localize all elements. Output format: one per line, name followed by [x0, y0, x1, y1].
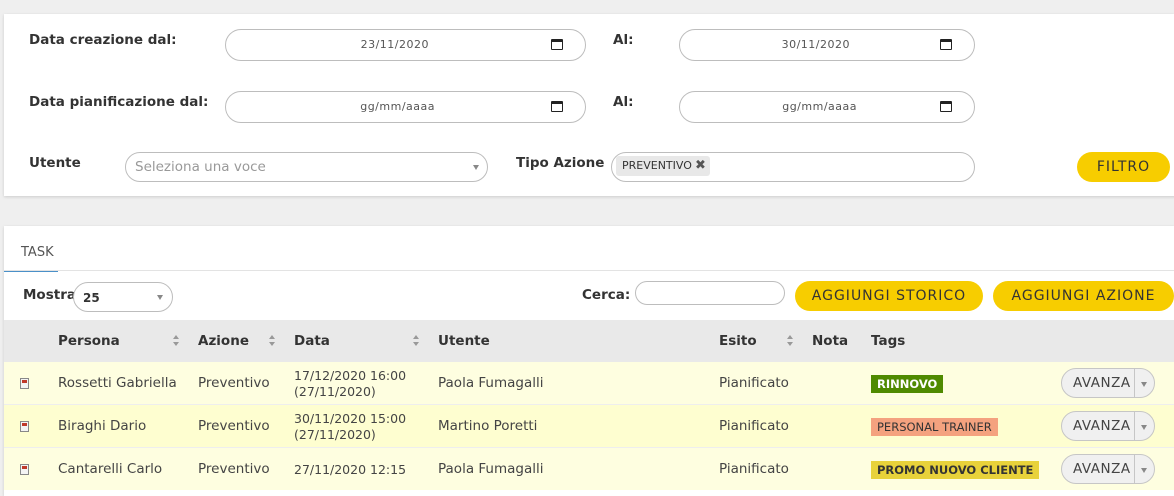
row-persona[interactable]: Biraghi Dario — [58, 418, 146, 434]
row-date-scheduled: 30/11/2020 15:00 — [294, 411, 407, 426]
page-size-value: 25 — [83, 291, 100, 305]
row-esito: Pianificato — [719, 418, 789, 434]
planning-from-label: Data pianificazione dal: — [29, 94, 209, 110]
calendar-icon[interactable] — [940, 101, 952, 112]
sort-icon[interactable] — [787, 335, 793, 346]
sort-icon[interactable] — [173, 335, 179, 346]
document-icon[interactable] — [20, 464, 29, 475]
dropdown-caret-icon[interactable] — [1141, 468, 1147, 473]
planning-to-value: gg/mm/aaaa — [782, 100, 857, 113]
dropdown-caret-icon[interactable] — [1141, 382, 1147, 387]
creation-from-date-input[interactable]: 23/11/2020 — [225, 29, 586, 61]
table-header: Persona Azione Data Utente Esito Nota Ta… — [4, 320, 1174, 362]
filter-panel: Data creazione dal: 23/11/2020 Al: 30/11… — [4, 14, 1174, 196]
add-action-button[interactable]: AGGIUNGI AZIONE — [993, 281, 1174, 311]
row-persona[interactable]: Rossetti Gabriella — [58, 375, 177, 391]
advance-split-button[interactable]: AVANZA — [1061, 454, 1155, 484]
row-azione: Preventivo — [198, 418, 270, 434]
tab-divider — [4, 270, 1174, 271]
calendar-icon[interactable] — [940, 39, 952, 50]
user-select[interactable]: Seleziona una voce — [125, 152, 488, 182]
action-type-chip-label: PREVENTIVO — [622, 159, 692, 172]
advance-split-button[interactable]: AVANZA — [1061, 411, 1155, 441]
page-size-select[interactable]: 25 — [73, 282, 173, 312]
creation-to-value: 30/11/2020 — [781, 38, 850, 51]
planning-to-label: Al: — [613, 94, 634, 110]
search-input[interactable] — [635, 281, 785, 305]
advance-split-button[interactable]: AVANZA — [1061, 368, 1155, 398]
row-date-created: (27/11/2020) — [294, 384, 376, 399]
planning-from-date-input[interactable]: gg/mm/aaaa — [225, 91, 586, 123]
split-separator — [1134, 369, 1135, 397]
row-utente: Martino Poretti — [438, 418, 538, 434]
row-date-scheduled: 17/12/2020 16:00 — [294, 368, 407, 383]
row-azione: Preventivo — [198, 461, 270, 477]
remove-chip-icon[interactable]: ✖ — [695, 156, 706, 176]
creation-from-value: 23/11/2020 — [360, 38, 429, 51]
search-label: Cerca: — [582, 287, 631, 303]
dropdown-caret-icon[interactable] — [1141, 425, 1147, 430]
split-separator — [1134, 455, 1135, 483]
row-utente: Paola Fumagalli — [438, 375, 544, 391]
filter-button[interactable]: FILTRO — [1077, 152, 1170, 182]
sort-icon[interactable] — [413, 335, 419, 346]
action-type-multiselect[interactable]: PREVENTIVO ✖ — [611, 152, 975, 182]
table-row[interactable]: Rossetti Gabriella Preventivo 17/12/2020… — [4, 362, 1174, 405]
column-header-data[interactable]: Data — [294, 333, 330, 349]
advance-button-label[interactable]: AVANZA — [1073, 418, 1131, 434]
row-date-created: (27/11/2020) — [294, 427, 376, 442]
show-label: Mostra — [23, 287, 76, 303]
column-header-persona[interactable]: Persona — [58, 333, 120, 349]
document-icon[interactable] — [20, 378, 29, 389]
add-history-button[interactable]: AGGIUNGI STORICO — [795, 281, 983, 311]
tag-badge: PERSONAL TRAINER — [871, 418, 998, 436]
column-header-esito[interactable]: Esito — [719, 333, 757, 349]
row-utente: Paola Fumagalli — [438, 461, 544, 477]
column-header-nota: Nota — [812, 333, 849, 349]
row-persona[interactable]: Cantarelli Carlo — [58, 461, 162, 477]
creation-to-label: Al: — [613, 32, 634, 48]
split-separator — [1134, 412, 1135, 440]
table-row[interactable]: Biraghi Dario Preventivo 30/11/2020 15:0… — [4, 405, 1174, 448]
action-type-label: Tipo Azione — [516, 155, 605, 171]
column-header-azione[interactable]: Azione — [198, 333, 249, 349]
planning-from-value: gg/mm/aaaa — [360, 100, 435, 113]
task-panel: TASK Mostra 25 Cerca: AGGIUNGI STORICO A… — [4, 226, 1174, 496]
caret-down-icon — [473, 165, 479, 170]
calendar-icon[interactable] — [551, 101, 563, 112]
row-date-scheduled: 27/11/2020 12:15 — [294, 462, 407, 477]
column-header-tags: Tags — [871, 333, 906, 349]
tab-task-label: TASK — [21, 245, 54, 260]
creation-to-date-input[interactable]: 30/11/2020 — [679, 29, 975, 61]
row-esito: Pianificato — [719, 461, 789, 477]
action-type-chip: PREVENTIVO ✖ — [616, 156, 710, 176]
creation-from-label: Data creazione dal: — [29, 32, 177, 48]
document-icon[interactable] — [20, 421, 29, 432]
row-esito: Pianificato — [719, 375, 789, 391]
tag-badge: RINNOVO — [871, 375, 944, 393]
sort-icon[interactable] — [269, 335, 275, 346]
advance-button-label[interactable]: AVANZA — [1073, 375, 1131, 391]
tag-badge: PROMO NUOVO CLIENTE — [871, 461, 1040, 479]
table-row[interactable]: Cantarelli Carlo Preventivo 27/11/2020 1… — [4, 448, 1174, 490]
column-header-utente[interactable]: Utente — [438, 333, 490, 349]
planning-to-date-input[interactable]: gg/mm/aaaa — [679, 91, 975, 123]
advance-button-label[interactable]: AVANZA — [1073, 461, 1131, 477]
user-select-placeholder: Seleziona una voce — [135, 159, 266, 175]
tab-task[interactable]: TASK — [4, 226, 58, 272]
user-label: Utente — [29, 155, 81, 171]
row-azione: Preventivo — [198, 375, 270, 391]
caret-down-icon — [157, 295, 163, 300]
calendar-icon[interactable] — [551, 39, 563, 50]
